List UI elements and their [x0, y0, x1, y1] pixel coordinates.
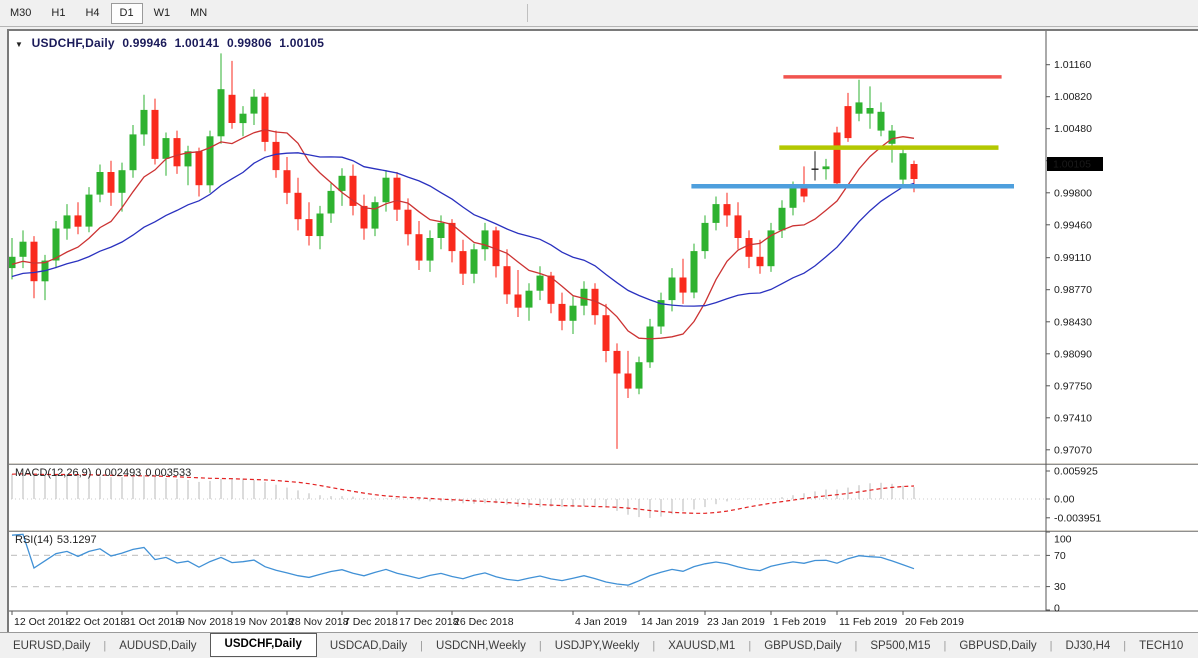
- svg-text:0.99110: 0.99110: [1054, 252, 1091, 264]
- svg-text:23 Jan 2019: 23 Jan 2019: [707, 616, 765, 628]
- toolbar-separator: [527, 4, 529, 22]
- svg-text:0.97070: 0.97070: [1054, 444, 1092, 456]
- svg-text:28 Nov 2018: 28 Nov 2018: [289, 616, 349, 628]
- svg-text:0: 0: [1054, 603, 1060, 615]
- timeframe-button-w1[interactable]: W1: [145, 3, 180, 24]
- svg-text:0.99800: 0.99800: [1054, 187, 1092, 199]
- svg-text:4 Jan 2019: 4 Jan 2019: [575, 616, 627, 628]
- svg-text:1.01160: 1.01160: [1054, 59, 1091, 71]
- chart-symbol-label: USDCHF,Daily: [31, 36, 115, 50]
- tab-usdcad-daily[interactable]: USDCAD,Daily: [317, 636, 420, 656]
- svg-text:14 Jan 2019: 14 Jan 2019: [641, 616, 699, 628]
- rsi-value: 53.1297: [56, 534, 97, 546]
- chart-canvas[interactable]: 1.011601.008201.004801.001400.998000.994…: [8, 31, 1198, 634]
- macd-histogram: [11, 473, 915, 518]
- timeframe-toolbar: M30 H1 H4 D1 W1 MN: [0, 0, 1198, 27]
- price-axis: 1.011601.008201.004801.001400.998000.994…: [1046, 59, 1103, 456]
- svg-text:19 Nov 2018: 19 Nov 2018: [234, 616, 294, 628]
- svg-text:11 Feb 2019: 11 Feb 2019: [839, 616, 897, 628]
- svg-text:26 Dec 2018: 26 Dec 2018: [454, 616, 514, 628]
- tab-dj30-h4[interactable]: DJ30,H4: [1053, 636, 1124, 656]
- chart-quote-header: ▼ USDCHF,Daily 0.99946 1.00141 0.99806 1…: [15, 36, 328, 50]
- svg-text:0.99460: 0.99460: [1054, 219, 1092, 231]
- date-axis: 12 Oct 201822 Oct 201831 Oct 20189 Nov 2…: [11, 611, 964, 628]
- last-price-tag: 1.00105: [1047, 157, 1103, 171]
- svg-text:22 Oct 2018: 22 Oct 2018: [69, 616, 126, 628]
- svg-text:1.00820: 1.00820: [1054, 91, 1092, 103]
- timeframe-button-d1[interactable]: D1: [110, 2, 143, 24]
- svg-text:1.00105: 1.00105: [1053, 159, 1091, 171]
- timeframe-button-mn[interactable]: MN: [181, 3, 216, 24]
- svg-text:17 Dec 2018: 17 Dec 2018: [399, 616, 459, 628]
- quote-high: 1.00141: [174, 36, 220, 50]
- macd-signal-line: [11, 473, 915, 514]
- svg-text:0.00: 0.00: [1054, 494, 1075, 506]
- rsi-indicator-label: RSI(14) 53.1297: [15, 534, 97, 546]
- macd-axis: 0.005925 0.00 -0.003951: [1046, 466, 1101, 524]
- tab-usdcnh-weekly[interactable]: USDCNH,Weekly: [423, 636, 539, 656]
- svg-text:100: 100: [1054, 534, 1072, 546]
- tab-gbpusd-daily-2[interactable]: GBPUSD,Daily: [946, 636, 1049, 656]
- chart-tab-bar: EURUSD,Daily | AUDUSD,Daily USDCHF,Daily …: [0, 632, 1198, 658]
- svg-text:12 Oct 2018: 12 Oct 2018: [14, 616, 71, 628]
- tab-usdjpy-weekly[interactable]: USDJPY,Weekly: [542, 636, 653, 656]
- macd-pane: [11, 473, 1045, 518]
- tab-xauusd-m1[interactable]: XAUUSD,M1: [655, 636, 748, 656]
- svg-text:1.00480: 1.00480: [1054, 123, 1092, 135]
- timeframe-button-h1[interactable]: H1: [42, 3, 74, 24]
- quote-close: 1.00105: [279, 36, 325, 50]
- tab-gbpusd-daily[interactable]: GBPUSD,Daily: [751, 636, 854, 656]
- svg-text:0.98430: 0.98430: [1054, 316, 1092, 328]
- svg-text:9 Nov 2018: 9 Nov 2018: [179, 616, 233, 628]
- tab-usdchf-daily[interactable]: USDCHF,Daily: [209, 632, 317, 657]
- svg-text:70: 70: [1054, 550, 1066, 562]
- rsi-line: [11, 533, 915, 586]
- svg-text:7 Dec 2018: 7 Dec 2018: [344, 616, 398, 628]
- rsi-axis: 100 70 30 0: [1046, 531, 1072, 615]
- macd-main-value: 0.002493: [95, 467, 142, 479]
- macd-indicator-label: MACD(12,26,9) 0.002493 0.003533: [15, 467, 192, 479]
- macd-signal-value: 0.003533: [145, 467, 192, 479]
- tab-tech100[interactable]: TECH10: [1126, 636, 1196, 656]
- svg-text:0.97750: 0.97750: [1054, 380, 1092, 392]
- ma-fast-line: [11, 129, 915, 340]
- svg-text:30: 30: [1054, 581, 1066, 593]
- quote-low: 0.99806: [226, 36, 272, 50]
- svg-text:0.98770: 0.98770: [1054, 284, 1092, 296]
- timeframe-button-h4[interactable]: H4: [76, 3, 108, 24]
- candles-layer: [8, 53, 918, 449]
- svg-text:0.97410: 0.97410: [1054, 412, 1092, 424]
- tab-eurusd-daily[interactable]: EURUSD,Daily: [0, 636, 103, 656]
- svg-text:0.98090: 0.98090: [1054, 348, 1092, 360]
- rsi-pane: [11, 533, 1045, 588]
- chart-menu-dropdown-icon[interactable]: ▼: [15, 40, 23, 49]
- svg-text:1 Feb 2019: 1 Feb 2019: [773, 616, 826, 628]
- svg-text:-0.003951: -0.003951: [1054, 512, 1101, 524]
- tab-sp500-m15[interactable]: SP500,M15: [857, 636, 943, 656]
- quote-open: 0.99946: [122, 36, 168, 50]
- svg-text:31 Oct 2018: 31 Oct 2018: [124, 616, 181, 628]
- svg-text:20 Feb 2019: 20 Feb 2019: [905, 616, 964, 628]
- timeframe-button-m30[interactable]: M30: [1, 3, 40, 24]
- tab-audusd-daily[interactable]: AUDUSD,Daily: [106, 636, 209, 656]
- chart-window[interactable]: ▼ USDCHF,Daily 0.99946 1.00141 0.99806 1…: [7, 29, 1198, 632]
- svg-text:0.005925: 0.005925: [1054, 466, 1098, 478]
